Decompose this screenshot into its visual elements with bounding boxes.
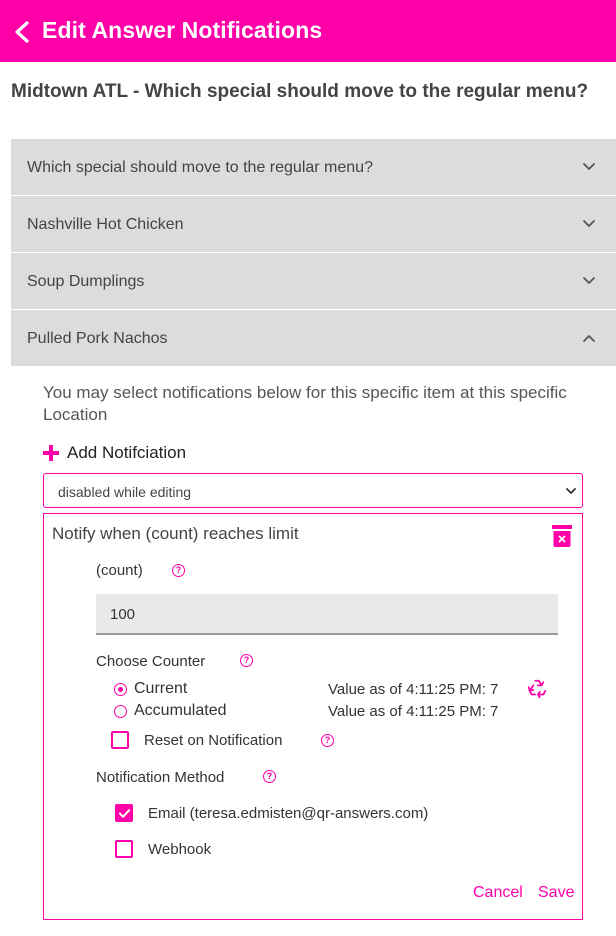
accordion-item-question[interactable]: Which special should move to the regular…: [11, 139, 616, 195]
plus-icon: [43, 445, 59, 461]
help-icon[interactable]: ?: [172, 564, 185, 577]
select-value: disabled while editing: [58, 484, 192, 500]
save-button[interactable]: Save: [538, 884, 574, 902]
chevron-up-icon: [583, 335, 595, 342]
radio-accumulated[interactable]: [114, 705, 127, 718]
cancel-button[interactable]: Cancel: [473, 884, 523, 902]
count-input[interactable]: 100: [96, 594, 558, 635]
trash-icon[interactable]: [552, 525, 572, 547]
accordion-item-pulled-pork-nachos[interactable]: Pulled Pork Nachos: [11, 310, 616, 366]
notification-method-label: Notification Method: [96, 769, 225, 786]
chevron-down-icon: [583, 277, 595, 284]
notification-card-title: Notify when (count) reaches limit: [52, 524, 299, 543]
panel-description: You may select notifications below for t…: [43, 383, 567, 424]
notification-card: Notify when (count) reaches limit (count…: [43, 513, 583, 920]
accumulated-value-text: Value as of 4:11:25 PM: 7: [328, 703, 499, 720]
page-title: Edit Answer Notifications: [42, 17, 323, 43]
add-notification-button[interactable]: Add Notifciation: [43, 442, 186, 464]
help-icon[interactable]: ?: [263, 770, 276, 783]
checkmark-icon: [118, 809, 131, 818]
add-notification-label: Add Notifciation: [67, 443, 187, 462]
help-icon[interactable]: ?: [240, 654, 253, 667]
email-checkbox[interactable]: [115, 804, 133, 822]
app-header: Edit Answer Notifications: [0, 0, 616, 62]
recycle-icon[interactable]: [526, 678, 548, 700]
question-heading: Midtown ATL - Which special should move …: [11, 81, 589, 102]
chevron-down-icon: [583, 163, 595, 170]
webhook-checkbox[interactable]: [115, 840, 133, 858]
count-label: (count): [96, 562, 143, 579]
email-method-label: Email (teresa.edmisten@qr-answers.com): [148, 805, 429, 822]
radio-current-label: Current: [134, 680, 188, 697]
reset-on-notification-label: Reset on Notification: [144, 732, 283, 749]
accordion-item-label: Which special should move to the regular…: [27, 159, 373, 176]
choose-counter-label: Choose Counter: [96, 653, 206, 670]
chevron-down-icon: [566, 488, 576, 494]
accordion-item-label: Soup Dumplings: [27, 273, 145, 290]
webhook-method-label: Webhook: [148, 841, 212, 858]
radio-accumulated-label: Accumulated: [134, 702, 227, 719]
radio-current[interactable]: [114, 683, 127, 696]
notification-type-select[interactable]: disabled while editing: [43, 473, 583, 508]
chevron-left-icon[interactable]: [12, 20, 32, 44]
chevron-down-icon: [583, 220, 595, 227]
accordion-item-nashville-hot-chicken[interactable]: Nashville Hot Chicken: [11, 196, 616, 252]
current-value-text: Value as of 4:11:25 PM: 7: [328, 681, 499, 698]
accordion-item-label: Pulled Pork Nachos: [27, 330, 168, 347]
accordion-item-label: Nashville Hot Chicken: [27, 216, 184, 233]
help-icon[interactable]: ?: [321, 734, 334, 747]
accordion-item-soup-dumplings[interactable]: Soup Dumplings: [11, 253, 616, 309]
reset-on-notification-checkbox[interactable]: [111, 731, 129, 749]
